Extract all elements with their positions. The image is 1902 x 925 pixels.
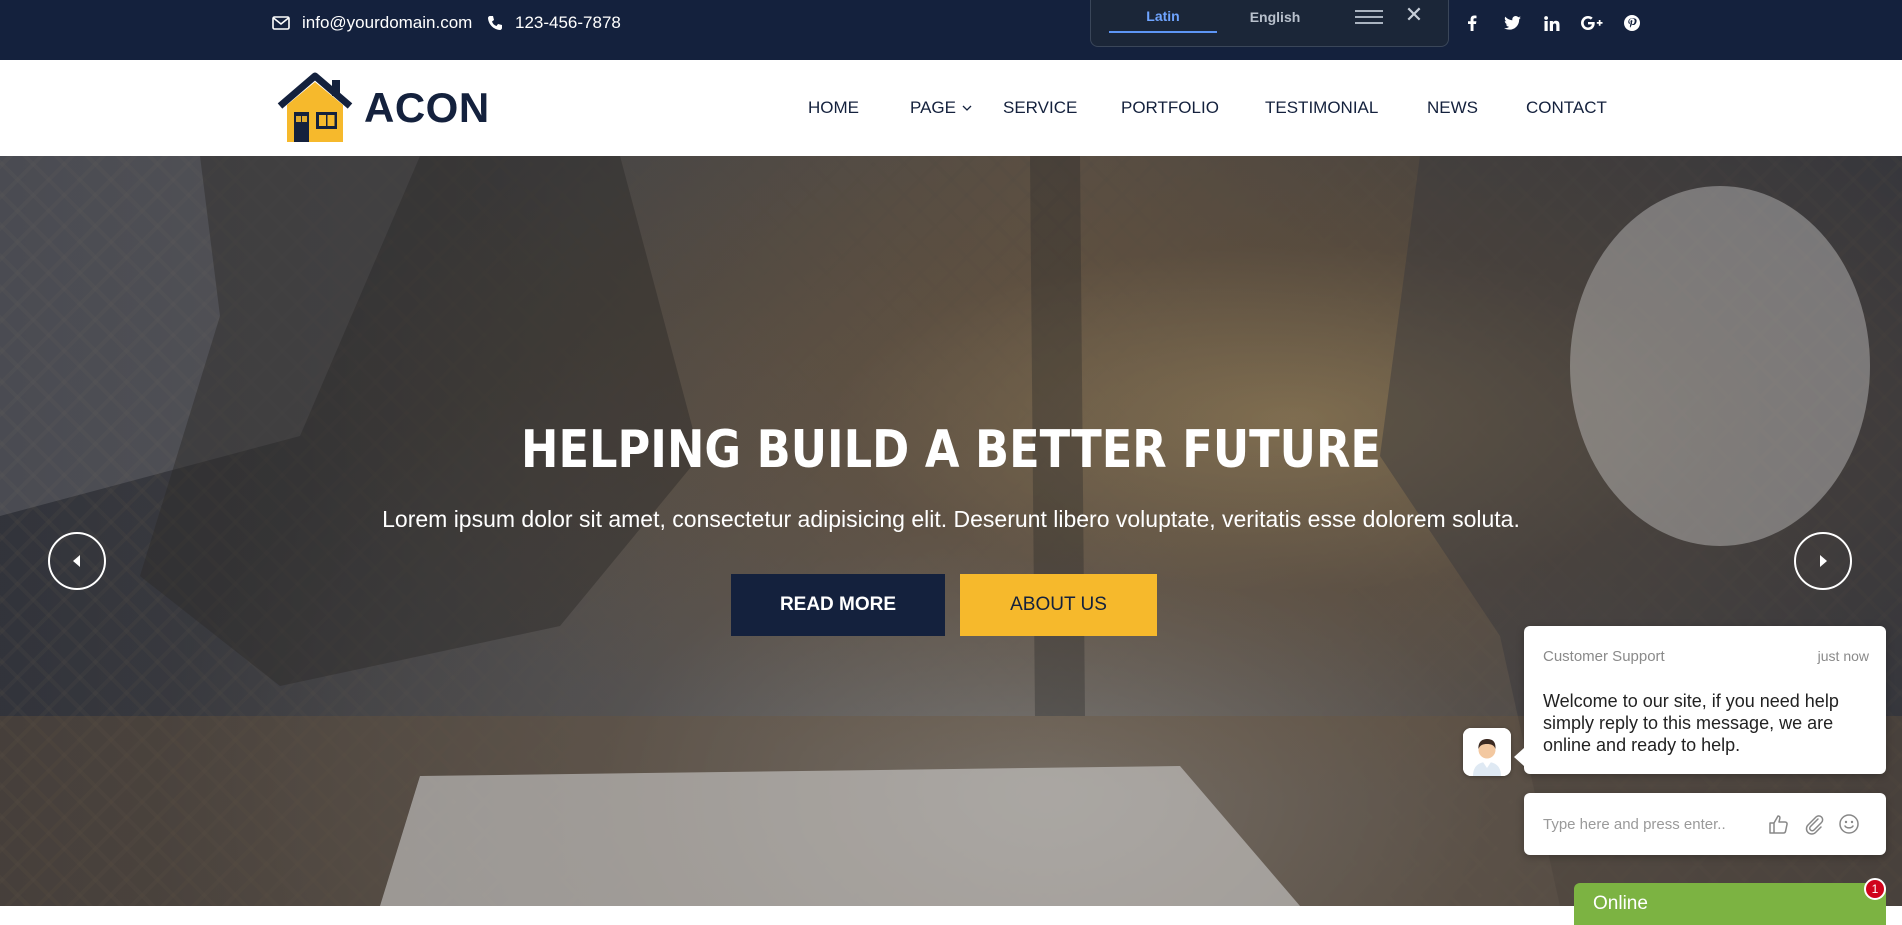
chat-message-text: Welcome to our site, if you need help si… bbox=[1543, 691, 1839, 755]
unread-count-badge: 1 bbox=[1864, 878, 1886, 900]
envelope-icon bbox=[272, 16, 290, 30]
chat-agent-name: Customer Support bbox=[1543, 648, 1665, 665]
linkedin-icon[interactable] bbox=[1532, 12, 1572, 34]
chat-status-label: Online bbox=[1593, 893, 1648, 914]
thumbs-up-icon[interactable] bbox=[1765, 811, 1791, 837]
paperclip-icon[interactable] bbox=[1801, 811, 1827, 837]
nav-news[interactable]: NEWS bbox=[1427, 60, 1478, 156]
nav-portfolio[interactable]: PORTFOLIO bbox=[1121, 60, 1219, 156]
nav-page[interactable]: PAGE bbox=[910, 60, 972, 156]
hero-subtitle: Lorem ipsum dolor sit amet, consectetur … bbox=[382, 506, 1520, 532]
caret-right-icon bbox=[1820, 555, 1827, 567]
close-icon[interactable]: ✕ bbox=[1403, 4, 1425, 26]
nav-testimonial[interactable]: TESTIMONIAL bbox=[1265, 60, 1378, 156]
facebook-icon[interactable] bbox=[1452, 12, 1492, 34]
slider-prev-button[interactable] bbox=[48, 532, 106, 590]
email-text: info@yourdomain.com bbox=[302, 13, 473, 32]
chat-online-bar[interactable]: Online bbox=[1574, 883, 1886, 925]
caret-left-icon bbox=[73, 555, 80, 567]
top-bar: info@yourdomain.com 123-456-7878 Latin E… bbox=[0, 0, 1902, 60]
support-agent-avatar bbox=[1463, 728, 1511, 776]
nav-service[interactable]: SERVICE bbox=[1003, 60, 1077, 156]
phone-icon bbox=[488, 16, 502, 30]
main-navbar: ACON HOME PAGE SERVICE PORTFOLIO TESTIMO… bbox=[0, 60, 1902, 156]
site-logo[interactable]: ACON bbox=[276, 72, 490, 144]
brand-name: ACON bbox=[364, 84, 490, 131]
language-tab-english[interactable]: English bbox=[1221, 0, 1329, 33]
language-tab-latin[interactable]: Latin bbox=[1109, 0, 1217, 33]
phone-text: 123-456-7878 bbox=[515, 13, 621, 32]
hero-title: HELPING BUILD A BETTER FUTURE bbox=[521, 420, 1381, 480]
chat-message-bubble: Customer Support just now Welcome to our… bbox=[1514, 626, 1886, 774]
twitter-icon[interactable] bbox=[1492, 12, 1532, 34]
menu-icon[interactable] bbox=[1355, 6, 1383, 28]
nav-home[interactable]: HOME bbox=[808, 60, 859, 156]
emoji-icon[interactable] bbox=[1836, 811, 1862, 837]
email-contact[interactable]: info@yourdomain.com bbox=[272, 0, 472, 46]
pinterest-icon[interactable] bbox=[1612, 12, 1652, 34]
slider-next-button[interactable] bbox=[1794, 532, 1852, 590]
about-us-button[interactable]: ABOUT US bbox=[960, 574, 1157, 636]
phone-contact[interactable]: 123-456-7878 bbox=[487, 0, 621, 46]
nav-page-label: PAGE bbox=[910, 98, 956, 117]
chat-timestamp: just now bbox=[1817, 648, 1869, 664]
chat-message-input[interactable] bbox=[1543, 807, 1763, 841]
chevron-down-icon bbox=[962, 105, 972, 111]
read-more-button[interactable]: READ MORE bbox=[731, 574, 945, 636]
translate-widget: Latin English ✕ bbox=[1090, 0, 1449, 47]
social-links bbox=[1452, 12, 1652, 34]
nav-contact[interactable]: CONTACT bbox=[1526, 60, 1607, 156]
house-logo-icon bbox=[277, 72, 353, 142]
google-plus-icon[interactable] bbox=[1572, 12, 1612, 34]
chat-input-box bbox=[1524, 793, 1886, 855]
